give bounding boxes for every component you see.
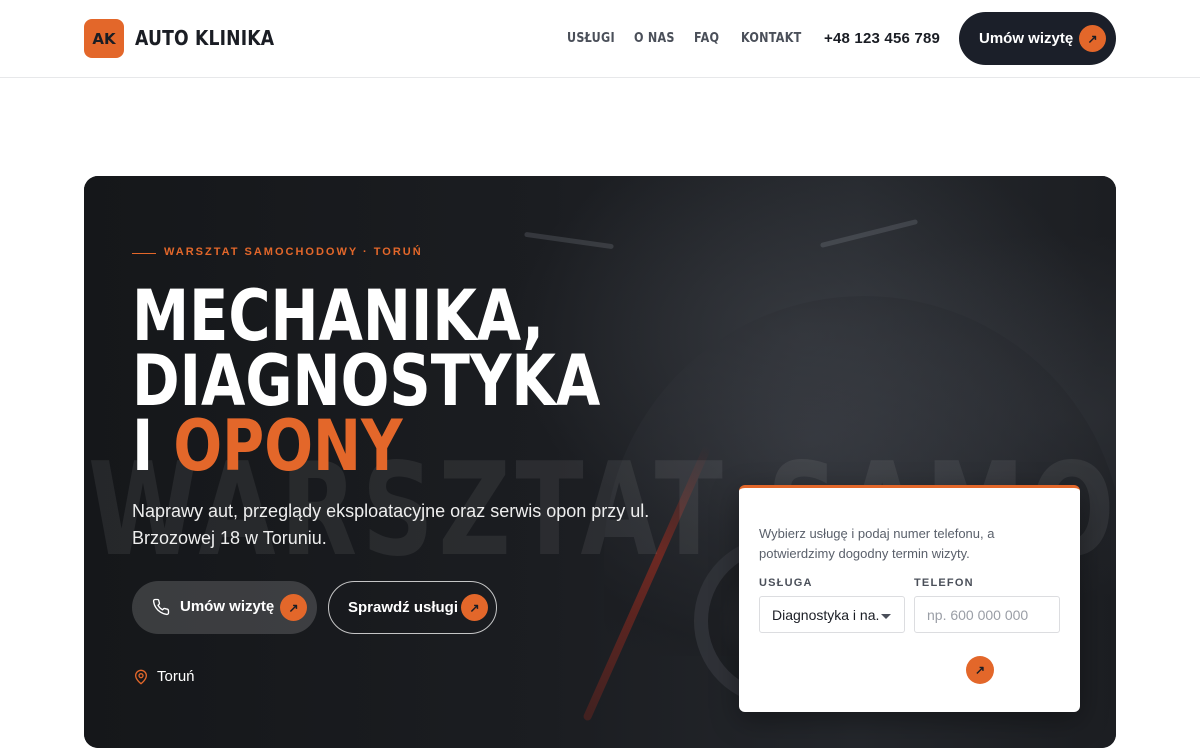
phone-icon	[152, 598, 170, 616]
chevron-down-icon	[881, 614, 891, 619]
phone-label: TELEFON	[914, 577, 974, 589]
book-visit-button[interactable]: Umów wizytę ↗	[959, 12, 1116, 65]
arrow-up-right-icon: ↗	[1079, 25, 1106, 52]
eyebrow-line	[132, 253, 156, 254]
arrow-up-right-icon: ↗	[974, 663, 986, 677]
service-select[interactable]: Diagnostyka i na...	[759, 596, 905, 633]
logo-badge[interactable]: AK	[84, 19, 124, 58]
hero-headline: MECHANIKA, DIAGNOSTYKA I OPONY	[132, 281, 600, 481]
hero-book-visit-label: Umów wizytę	[180, 598, 275, 615]
nav-item-kontakt[interactable]: KONTAKT	[741, 31, 802, 46]
check-services-label: Sprawdź usługi	[348, 599, 459, 616]
submit-button[interactable]: ↗	[966, 656, 994, 684]
hero-lead: Naprawy aut, przeglądy eksploatacyjne or…	[132, 501, 650, 548]
brand-name[interactable]: AUTO KLINIKA	[135, 26, 274, 50]
header-phone-link[interactable]: +48 123 456 789	[824, 30, 940, 47]
headline-line-3-prefix: I	[132, 405, 174, 487]
nav-item-uslugi[interactable]: USŁUGI	[567, 31, 615, 46]
booking-form-card: Wybierz usługę i podaj numer telefonu, a…	[739, 485, 1080, 712]
service-select-value: Diagnostyka i na...	[772, 607, 880, 623]
nav-item-faq[interactable]: FAQ	[694, 31, 719, 46]
hero-book-visit-button[interactable]: Umów wizytę ↗	[132, 581, 317, 634]
book-visit-label: Umów wizytę	[979, 30, 1074, 47]
arrow-up-right-icon: ↗	[461, 594, 488, 621]
arrow-up-right-icon: ↗	[280, 594, 307, 621]
hero-eyebrow: WARSZTAT SAMOCHODOWY · TORUŃ	[164, 246, 423, 258]
location-text: Toruń	[157, 668, 195, 685]
site-header: AK AUTO KLINIKA USŁUGI O NAS FAQ KONTAKT…	[0, 0, 1200, 78]
phone-input[interactable]	[914, 596, 1060, 633]
hero-section: WARSZTAT SAMOCH WARSZTAT SAMOCHODOWY · T…	[84, 176, 1116, 748]
check-services-button[interactable]: Sprawdź usługi ↗	[328, 581, 497, 634]
form-intro: Wybierz usługę i podaj numer telefonu, a…	[759, 526, 995, 561]
headline-accent: OPONY	[173, 405, 403, 487]
service-label: USŁUGA	[759, 577, 813, 589]
nav-item-o-nas[interactable]: O NAS	[634, 31, 675, 46]
map-pin-icon	[135, 669, 147, 685]
